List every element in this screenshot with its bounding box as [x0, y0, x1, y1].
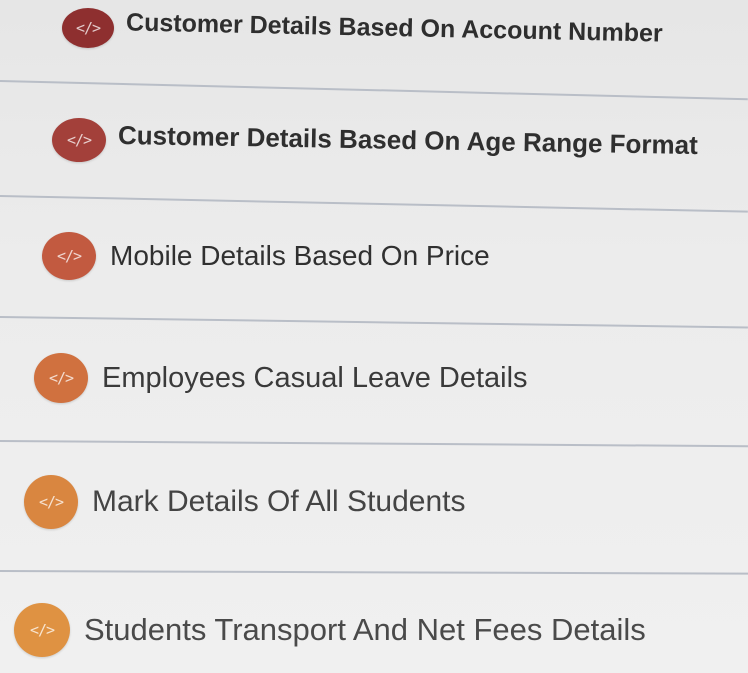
list-item[interactable]: </> Customer Details Based On Age Range …: [0, 118, 748, 162]
list-item-label: Students Transport And Net Fees Details: [84, 612, 646, 647]
divider: [0, 316, 748, 329]
list-item-label: Customer Details Based On Age Range Form…: [117, 119, 699, 160]
code-icon-glyph: </>: [75, 19, 101, 37]
code-icon-glyph: </>: [56, 247, 82, 265]
divider: [0, 440, 748, 448]
list-item-label: Mobile Details Based On Price: [110, 240, 490, 271]
code-icon: </>: [34, 353, 88, 403]
list-item[interactable]: </> Mobile Details Based On Price: [0, 232, 748, 280]
list-item[interactable]: </> Customer Details Based On Account Nu…: [0, 8, 748, 48]
code-icon: </>: [42, 232, 96, 280]
list-item-label: Customer Details Based On Account Number: [125, 7, 663, 48]
code-icon: </>: [62, 8, 114, 48]
list-item[interactable]: </> Students Transport And Net Fees Deta…: [0, 603, 748, 657]
code-icon-glyph: </>: [66, 131, 92, 149]
list-item-label: Mark Details Of All Students: [92, 485, 466, 518]
list-item[interactable]: </> Mark Details Of All Students: [0, 475, 748, 529]
code-icon: </>: [52, 118, 106, 162]
program-list: </> Customer Details Based On Account Nu…: [0, 0, 748, 673]
list-item-label: Employees Casual Leave Details: [102, 361, 528, 394]
code-icon-glyph: </>: [48, 369, 74, 387]
divider: [0, 570, 748, 575]
code-icon-glyph: </>: [29, 621, 55, 639]
code-icon: </>: [24, 475, 78, 529]
code-icon-glyph: </>: [38, 493, 64, 511]
divider: [0, 195, 748, 213]
divider: [0, 80, 748, 101]
list-item[interactable]: </> Employees Casual Leave Details: [0, 353, 748, 403]
code-icon: </>: [14, 603, 70, 657]
